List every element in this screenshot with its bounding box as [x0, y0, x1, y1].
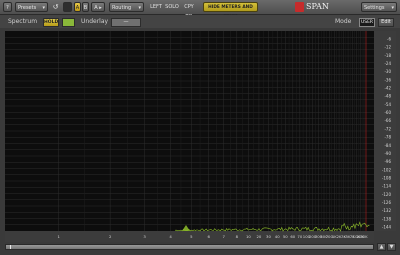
a-state-button[interactable]: A — [74, 2, 81, 12]
mode-label: Mode — [335, 18, 352, 25]
db-tick-label: -36 — [384, 77, 391, 82]
db-tick-label: -24 — [384, 61, 391, 66]
edit-button[interactable]: Edit — [378, 18, 394, 27]
db-tick-label: -78 — [384, 135, 391, 140]
zoom-up-button[interactable]: ▲ — [377, 243, 386, 251]
left-channel-button[interactable]: LEFT — [149, 2, 163, 12]
settings-label: Settings — [364, 5, 385, 11]
frequency-tick-label: 40 — [275, 234, 280, 239]
db-tick-label: -12 — [384, 45, 391, 50]
db-tick-label: -102 — [382, 167, 392, 172]
scrollbar-marker — [10, 245, 11, 249]
db-tick-label: -30 — [384, 69, 391, 74]
scrollbar-thumb[interactable] — [6, 245, 373, 249]
arrow-up-icon: ▲ — [379, 244, 384, 250]
ab-copy-button[interactable]: A ▸ B — [91, 2, 105, 21]
hold-button[interactable]: HOLD — [43, 18, 59, 27]
db-tick-label: -60 — [384, 110, 391, 115]
db-tick-label: -132 — [382, 208, 392, 213]
db-tick-label: -90 — [384, 151, 391, 156]
db-tick-label: -114 — [382, 184, 392, 189]
undo-icon[interactable]: ↺ — [51, 2, 60, 12]
spectrum-display[interactable]: -6 -12 -18 -24 -30 -36 -42 -48 -54 -60 -66 -72 -78 -8… — [0, 28, 400, 244]
solo-button[interactable]: SOLO — [165, 2, 179, 12]
db-tick-label: -84 — [384, 143, 391, 148]
voxengo-logo-icon — [295, 2, 304, 12]
b-state-button[interactable]: B — [82, 2, 89, 12]
frequency-tick-label: 30K — [360, 234, 368, 239]
frequency-tick-label: 20 — [257, 234, 262, 239]
spectrum-color-swatch[interactable] — [62, 18, 75, 27]
copy-square-button[interactable]: ■ — [63, 2, 72, 12]
routing-label: Routing — [112, 5, 132, 11]
frequency-tick-label: 60 — [290, 234, 295, 239]
help-button[interactable]: ? — [3, 2, 12, 12]
db-tick-label: -96 — [384, 159, 391, 164]
underlay-label: Underlay — [81, 18, 109, 25]
db-tick-label: -66 — [384, 118, 391, 123]
db-tick-label: -108 — [382, 175, 392, 180]
settings-dropdown-icon: ▾ — [391, 5, 394, 11]
top-toolbar: ? Presets ▾ ↺ ■ A B A ▸ B Routing ▾ LEFT… — [0, 0, 400, 21]
presets-label: Presets — [18, 5, 37, 11]
db-tick-label: -138 — [382, 216, 392, 221]
db-tick-label: -120 — [382, 192, 392, 197]
db-tick-label: -18 — [384, 53, 391, 58]
db-tick-label: -126 — [382, 200, 392, 205]
routing-button[interactable]: Routing ▾ — [109, 2, 144, 12]
settings-button[interactable]: Settings ▾ — [361, 2, 397, 12]
frequency-tick-label: 10 — [246, 234, 251, 239]
frequency-tick-label: 50 — [283, 234, 288, 239]
copy-to-button[interactable]: CPY TO — [180, 2, 198, 20]
db-tick-label: -72 — [384, 126, 391, 131]
frequency-tick-label: 30 — [266, 234, 271, 239]
db-tick-label: -54 — [384, 102, 391, 107]
arrow-down-icon: ▼ — [389, 244, 394, 250]
routing-dropdown-icon: ▾ — [138, 5, 141, 11]
zoom-down-button[interactable]: ▼ — [387, 243, 396, 251]
db-tick-label: -6 — [387, 37, 391, 42]
frequency-scrollbar[interactable] — [5, 244, 374, 250]
hide-meters-button[interactable]: HIDE METERS AND STATS — [203, 2, 258, 20]
mode-select[interactable]: USER — [359, 18, 375, 27]
presets-button[interactable]: Presets ▾ — [15, 2, 48, 12]
db-tick-label: -144 — [382, 225, 392, 230]
spectrum-label: Spectrum — [8, 18, 38, 25]
presets-dropdown-icon: ▾ — [42, 5, 45, 11]
underlay-select[interactable]: — — [111, 18, 141, 27]
db-tick-label: -48 — [384, 94, 391, 99]
db-tick-label: -42 — [384, 86, 391, 91]
plugin-logo-text: SPAN — [306, 2, 329, 11]
